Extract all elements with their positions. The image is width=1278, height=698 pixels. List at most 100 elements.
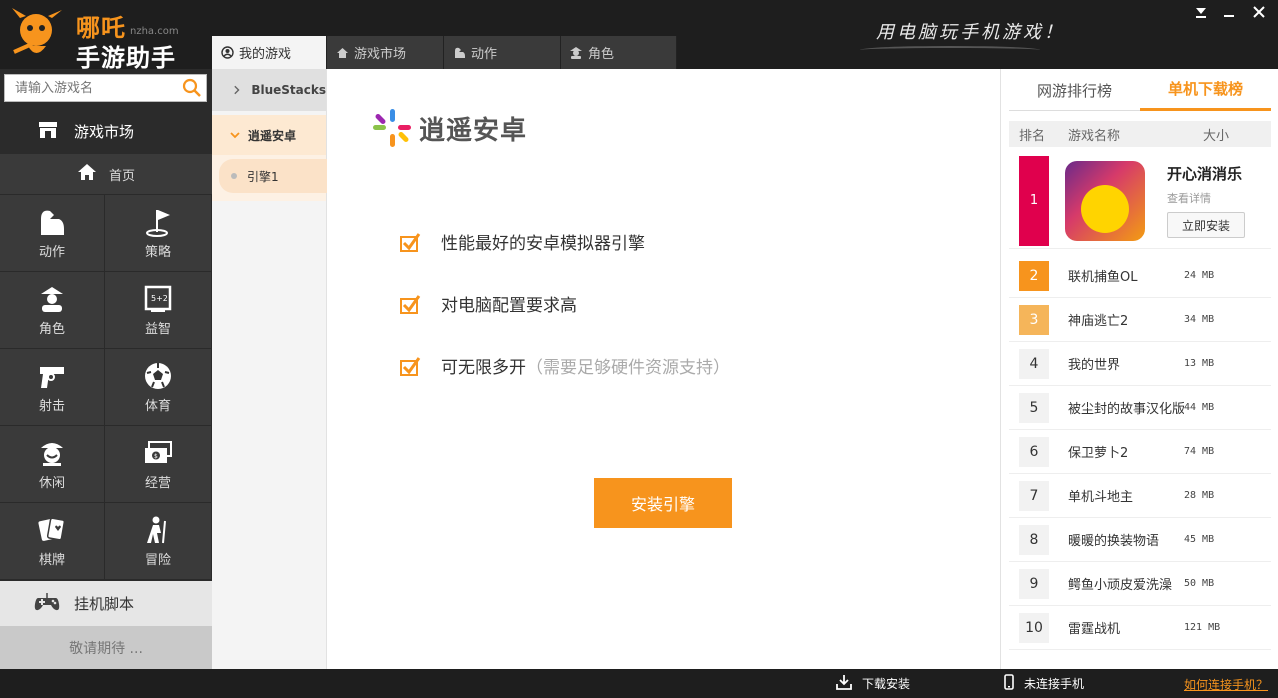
category-strategy[interactable]: 策略 — [105, 195, 212, 272]
coming-soon: 敬请期待 ... — [0, 626, 212, 669]
feature-item: 性能最好的安卓模拟器引擎 — [399, 229, 645, 254]
slogan-underline — [860, 46, 1040, 54]
category-casual[interactable]: 休闲 — [0, 426, 105, 503]
character-icon — [569, 46, 583, 60]
phone-status[interactable]: 未连接手机 — [1004, 669, 1084, 698]
ranking-row[interactable]: 8暖暖的换装物语45 MB — [1009, 518, 1271, 562]
game-size: 28 MB — [1184, 490, 1214, 501]
install-now-button[interactable]: 立即安装 — [1167, 212, 1245, 238]
main-tabs: 我的游戏 游戏市场 动作 角色 — [212, 36, 677, 69]
sidebar-item-scripts[interactable]: 挂机脚本 — [0, 581, 212, 626]
category-label: 经营 — [145, 472, 171, 491]
view-details-link[interactable]: 查看详情 — [1167, 190, 1245, 206]
category-puzzle[interactable]: 5+2 益智 — [105, 272, 212, 349]
category-label: 体育 — [145, 395, 171, 414]
game-name: 暖暖的换装物语 — [1049, 530, 1184, 549]
tab-action[interactable]: 动作 — [444, 36, 561, 69]
tab-my-games[interactable]: 我的游戏 — [212, 36, 327, 69]
download-icon — [836, 674, 852, 693]
rank-badge: 1 — [1019, 156, 1049, 246]
rank-badge: 2 — [1019, 261, 1049, 291]
game-market-header[interactable]: 游戏市场 — [0, 109, 212, 154]
category-board-cards[interactable]: 棋牌 — [0, 503, 105, 580]
rank-badge: 7 — [1019, 481, 1049, 511]
category-grid: 动作 策略 角色 5+2 益智 射击 体育 休闲 $ 经营 — [0, 195, 212, 580]
menu-dropdown-icon[interactable] — [1190, 4, 1212, 24]
category-label: 休闲 — [39, 472, 65, 491]
engine-xiaoyao[interactable]: 逍遥安卓 — [212, 115, 326, 155]
xiaoyao-logo-icon — [371, 107, 413, 149]
header-name: 游戏名称 — [1059, 125, 1194, 144]
category-shooter[interactable]: 射击 — [0, 349, 105, 426]
tab-single-ranking[interactable]: 单机下载榜 — [1140, 69, 1271, 111]
sidebar: 游戏市场 首页 动作 策略 角色 5+2 益智 射击 体育 — [0, 69, 212, 669]
category-role[interactable]: 角色 — [0, 272, 105, 349]
blackboard-icon: 5+2 — [143, 284, 173, 314]
engine-label: BlueStacks — [251, 83, 326, 97]
feature-text: 性能最好的安卓模拟器引擎 — [441, 229, 645, 254]
engine-list: BlueStacks 逍遥安卓 引擎1 — [212, 69, 327, 669]
category-sports[interactable]: 体育 — [105, 349, 212, 426]
category-label: 棋牌 — [39, 549, 65, 568]
game-name: 保卫萝卜2 — [1049, 442, 1184, 461]
game-name: 神庙逃亡2 — [1049, 310, 1184, 329]
engine-detail: 逍遥安卓 性能最好的安卓模拟器引擎 对电脑配置要求高 可无限多开 （需要足够硬件… — [327, 69, 1000, 669]
sidebar-item-home[interactable]: 首页 — [0, 154, 212, 195]
money-icon: $ — [143, 438, 173, 468]
store-icon — [38, 121, 58, 143]
home-label: 首页 — [109, 165, 135, 184]
user-icon — [220, 46, 234, 60]
tab-online-ranking[interactable]: 网游排行榜 — [1009, 69, 1140, 111]
category-label: 射击 — [39, 395, 65, 414]
game-size: 34 MB — [1184, 314, 1214, 325]
cards-icon — [37, 515, 67, 545]
category-management[interactable]: $ 经营 — [105, 426, 212, 503]
category-action[interactable]: 动作 — [0, 195, 105, 272]
header-rank: 排名 — [1009, 125, 1059, 144]
ranking-row[interactable]: 9鳄鱼小顽皮爱洗澡50 MB — [1009, 562, 1271, 606]
engine-bluestacks[interactable]: BlueStacks — [212, 69, 326, 111]
feature-item: 对电脑配置要求高 — [399, 291, 577, 316]
search-icon[interactable] — [182, 78, 202, 98]
rank-badge: 8 — [1019, 525, 1049, 555]
tab-label: 我的游戏 — [239, 43, 291, 62]
ranking-list: 2联机捕鱼OL24 MB 3神庙逃亡234 MB 4我的世界13 MB 5被尘封… — [1009, 254, 1271, 650]
ranking-row[interactable]: 7单机斗地主28 MB — [1009, 474, 1271, 518]
game-size: 13 MB — [1184, 358, 1214, 369]
home-icon — [335, 46, 349, 60]
category-label: 角色 — [39, 318, 65, 337]
scripts-label: 挂机脚本 — [74, 593, 134, 614]
tab-game-market[interactable]: 游戏市场 — [327, 36, 444, 69]
tab-role[interactable]: 角色 — [561, 36, 677, 69]
category-adventure[interactable]: 冒险 — [105, 503, 212, 580]
ranking-row[interactable]: 3神庙逃亡234 MB — [1009, 298, 1271, 342]
minimize-icon[interactable] — [1218, 4, 1240, 24]
engine-label: 逍遥安卓 — [248, 127, 296, 144]
tab-label: 角色 — [588, 43, 614, 62]
logo-subtitle: 手游助手 — [76, 38, 176, 73]
chevron-right-icon — [232, 85, 241, 95]
phone-status-label: 未连接手机 — [1024, 675, 1084, 692]
tab-label: 游戏市场 — [354, 43, 406, 62]
arm-icon — [37, 207, 67, 237]
ranking-row[interactable]: 5被尘封的故事汉化版44 MB — [1009, 386, 1271, 430]
engine-item-1[interactable]: 引擎1 — [219, 159, 327, 193]
ranking-row[interactable]: 10雷霆战机121 MB — [1009, 606, 1271, 650]
search-input[interactable] — [5, 75, 175, 101]
ranking-panel: 网游排行榜 单机下载榜 排名 游戏名称 大小 1 开心消消乐 查看详情 立即安装… — [1000, 69, 1278, 669]
ranking-tabs: 网游排行榜 单机下载榜 — [1009, 69, 1271, 111]
svg-text:$: $ — [154, 453, 158, 460]
close-icon[interactable] — [1248, 4, 1270, 24]
how-to-connect-link[interactable]: 如何连接手机？ — [1184, 676, 1268, 693]
ranking-row[interactable]: 6保卫萝卜274 MB — [1009, 430, 1271, 474]
ranking-row[interactable]: 4我的世界13 MB — [1009, 342, 1271, 386]
chevron-down-icon — [230, 130, 240, 140]
ranking-row[interactable]: 2联机捕鱼OL24 MB — [1009, 254, 1271, 298]
nezha-mascot-icon — [6, 4, 70, 62]
download-install-button[interactable]: 下载安装 — [836, 669, 910, 698]
install-engine-button[interactable]: 安装引擎 — [594, 478, 732, 528]
game-name: 我的世界 — [1049, 354, 1184, 373]
game-name: 被尘封的故事汉化版 — [1049, 398, 1184, 417]
game-name: 雷霆战机 — [1049, 618, 1184, 637]
ranking-top-item[interactable]: 1 开心消消乐 查看详情 立即安装 — [1009, 153, 1271, 249]
